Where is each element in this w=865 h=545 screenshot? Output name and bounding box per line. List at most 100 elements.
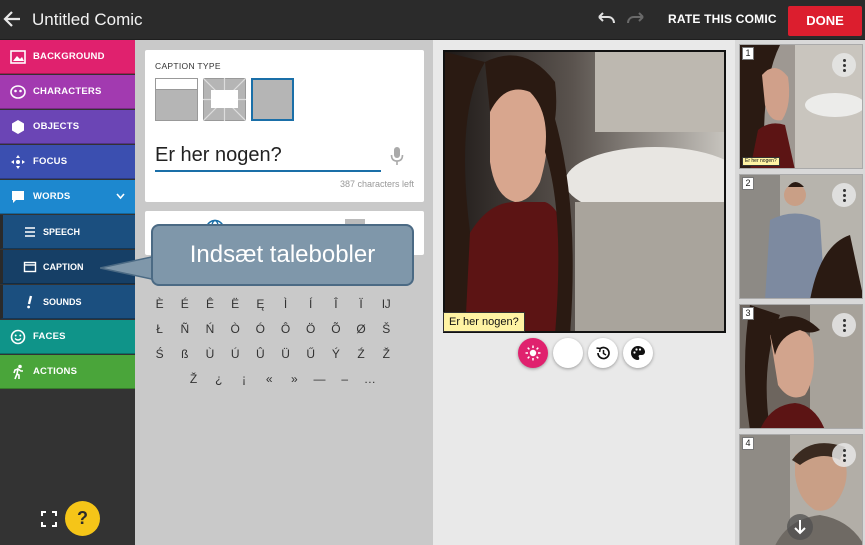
char-key[interactable]: Ë <box>223 292 248 317</box>
char-key[interactable]: Ű <box>298 342 323 367</box>
sidebar-item-actions[interactable]: ACTIONS <box>0 355 135 389</box>
char-key[interactable]: Ò <box>223 317 248 342</box>
char-row: È É Ê Ë Ę Ì Í Î Ï Ĳ <box>147 292 399 317</box>
char-key[interactable]: – <box>332 367 357 392</box>
char-key[interactable]: Î <box>323 292 348 317</box>
sidebar-item-words[interactable]: WORDS <box>0 180 135 214</box>
char-key[interactable]: ß <box>172 342 197 367</box>
char-key[interactable]: Ś <box>147 342 172 367</box>
speech-icon <box>12 191 24 203</box>
help-button[interactable]: ? <box>65 501 100 536</box>
char-key[interactable]: Ý <box>323 342 348 367</box>
caption-type-card: CAPTION TYPE Er her nogen? 387 character… <box>145 50 424 202</box>
sidebar-item-label: CHARACTERS <box>33 86 102 97</box>
done-button[interactable]: DONE <box>788 6 862 36</box>
sidebar-subitem-speech[interactable]: SPEECH <box>0 215 135 249</box>
more-options-icon[interactable] <box>832 313 856 337</box>
char-key[interactable]: — <box>307 367 332 392</box>
char-key[interactable]: Ï <box>349 292 374 317</box>
undo-icon[interactable] <box>594 8 618 32</box>
more-options-icon[interactable] <box>832 183 856 207</box>
char-key[interactable]: Ü <box>273 342 298 367</box>
fullscreen-icon[interactable] <box>40 510 58 528</box>
char-key[interactable]: Ĳ <box>374 292 399 317</box>
caption-type-burst-option[interactable] <box>202 77 247 122</box>
history-icon <box>596 346 610 360</box>
caption-type-top-bar-option[interactable] <box>155 78 198 121</box>
sidebar-item-label: WORDS <box>33 191 71 202</box>
panel-thumbnail[interactable]: 2 <box>739 174 863 299</box>
arrow-down-icon <box>794 520 806 535</box>
sidebar-item-label: BACKGROUND <box>33 51 105 62</box>
char-key[interactable]: … <box>357 367 382 392</box>
char-key[interactable]: Ì <box>273 292 298 317</box>
panel-number: 4 <box>742 437 754 450</box>
comic-panel-image[interactable] <box>443 50 726 333</box>
sidebar-subitem-label: SPEECH <box>43 227 81 237</box>
back-arrow-icon[interactable] <box>2 6 24 32</box>
char-key[interactable]: Í <box>298 292 323 317</box>
char-key[interactable]: Ž <box>374 342 399 367</box>
char-key[interactable]: ¿ <box>206 367 231 392</box>
night-tool-button[interactable] <box>553 338 583 368</box>
char-key[interactable]: « <box>257 367 282 392</box>
sidebar-item-characters[interactable]: CHARACTERS <box>0 75 135 109</box>
rate-comic-button[interactable]: RATE THIS COMIC <box>668 12 777 26</box>
caption-type-plain-option[interactable] <box>251 78 294 121</box>
palette-icon <box>631 346 645 360</box>
sidebar-item-label: FOCUS <box>33 156 68 167</box>
image-icon <box>10 50 26 64</box>
char-key[interactable]: Ę <box>248 292 273 317</box>
brightness-icon <box>525 345 541 361</box>
sidebar-subitem-label: CAPTION <box>43 262 84 272</box>
panel-thumbnail[interactable]: 1 Er her nogen? <box>739 44 863 169</box>
history-tool-button[interactable] <box>588 338 618 368</box>
char-key[interactable]: È <box>147 292 172 317</box>
scroll-down-button[interactable] <box>787 514 813 540</box>
char-key[interactable]: Ž <box>181 367 206 392</box>
more-options-icon[interactable] <box>832 53 856 77</box>
char-key[interactable]: Ń <box>197 317 222 342</box>
char-key[interactable]: ¡ <box>231 367 256 392</box>
char-key[interactable]: Ê <box>197 292 222 317</box>
redo-icon[interactable] <box>624 8 648 32</box>
char-key[interactable]: Õ <box>323 317 348 342</box>
char-key[interactable]: Š <box>374 317 399 342</box>
char-key[interactable]: Ö <box>298 317 323 342</box>
char-key[interactable]: Ź <box>349 342 374 367</box>
sidebar-item-faces[interactable]: FACES <box>0 320 135 354</box>
char-key[interactable]: Ù <box>197 342 222 367</box>
characters-left-counter: 387 characters left <box>339 179 414 189</box>
sidebar-item-label: FACES <box>33 331 66 342</box>
smiley-icon <box>10 329 26 345</box>
char-key[interactable]: Ñ <box>172 317 197 342</box>
sidebar-item-label: ACTIONS <box>33 366 78 377</box>
char-key[interactable]: Ø <box>349 317 374 342</box>
caption-type-label: CAPTION TYPE <box>155 61 221 71</box>
microphone-icon[interactable] <box>389 146 405 166</box>
sidebar-item-background[interactable]: BACKGROUND <box>0 40 135 74</box>
char-key[interactable]: Ô <box>273 317 298 342</box>
palette-tool-button[interactable] <box>623 338 653 368</box>
char-key[interactable]: Ú <box>223 342 248 367</box>
panel-caption-box[interactable]: Er her nogen? <box>443 312 525 332</box>
sidebar-subitem-sounds[interactable]: SOUNDS <box>0 285 135 319</box>
comic-title[interactable]: Untitled Comic <box>32 9 143 31</box>
brightness-tool-button[interactable] <box>518 338 548 368</box>
char-key[interactable]: » <box>282 367 307 392</box>
sidebar-item-objects[interactable]: OBJECTS <box>0 110 135 144</box>
caption-editor-panel: CAPTION TYPE Er her nogen? 387 character… <box>135 40 433 545</box>
panel-strip: 1 Er her nogen? 2 3 4 <box>735 40 865 545</box>
char-key[interactable]: É <box>172 292 197 317</box>
hexagon-icon <box>12 120 24 134</box>
char-key[interactable]: Û <box>248 342 273 367</box>
more-options-icon[interactable] <box>832 443 856 467</box>
sidebar-item-focus[interactable]: FOCUS <box>0 145 135 179</box>
char-key[interactable]: Ó <box>248 317 273 342</box>
caption-text-input[interactable]: Er her nogen? <box>155 140 381 172</box>
move-icon <box>11 155 25 169</box>
char-key[interactable]: Ł <box>147 317 172 342</box>
panel-thumbnail[interactable]: 3 <box>739 304 863 429</box>
list-icon <box>25 227 35 237</box>
chevron-down-icon <box>116 193 125 200</box>
